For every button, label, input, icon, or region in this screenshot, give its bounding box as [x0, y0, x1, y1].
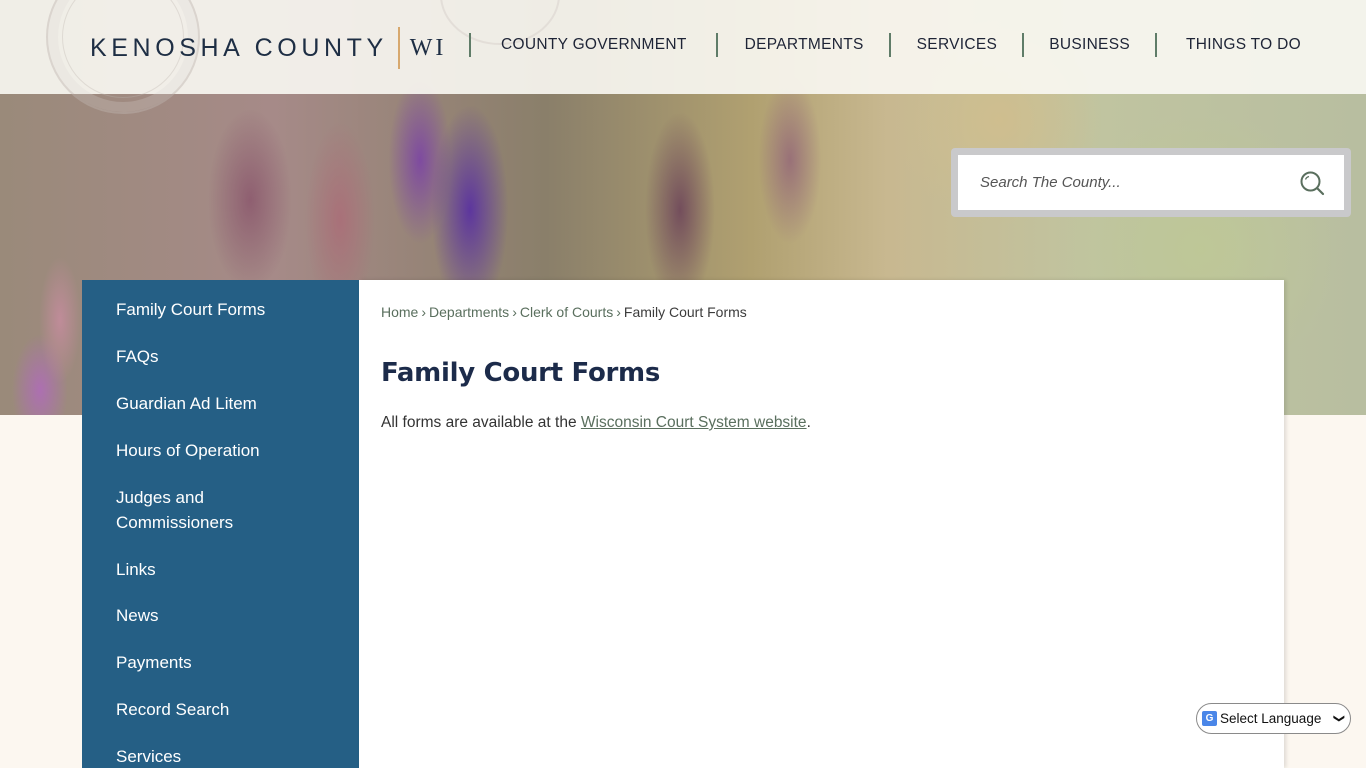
- sidebar-item-hours-of-operation[interactable]: Hours of Operation: [116, 438, 336, 463]
- sidebar-item-news[interactable]: News: [116, 603, 336, 628]
- language-select-label: Select Language: [1220, 711, 1322, 726]
- breadcrumb-separator: ›: [512, 304, 517, 320]
- nav-divider: [888, 33, 891, 57]
- site-logo[interactable]: KENOSHA COUNTY WI: [90, 27, 447, 69]
- sidebar-item-faqs[interactable]: FAQs: [116, 344, 336, 369]
- search-icon: [1300, 171, 1325, 195]
- sidebar-item-guardian-ad-litem[interactable]: Guardian Ad Litem: [116, 391, 336, 416]
- wisconsin-court-system-link[interactable]: Wisconsin Court System website: [581, 414, 807, 431]
- sidebar-item-family-court-forms[interactable]: Family Court Forms: [116, 297, 336, 322]
- breadcrumb: Home › Departments › Clerk of Courts › Family …: [381, 304, 747, 320]
- sidebar-nav: Family Court Forms FAQs Guardian Ad Lite…: [82, 280, 359, 768]
- sidebar-item-record-search[interactable]: Record Search: [116, 697, 336, 722]
- breadcrumb-current: Family Court Forms: [623, 304, 747, 320]
- nav-things-to-do[interactable]: Things To Do: [1186, 36, 1301, 54]
- page-title: Family Court Forms: [381, 358, 661, 388]
- search-box: [958, 155, 1344, 210]
- page-body-text: All forms are available at the Wisconsin…: [381, 414, 811, 432]
- breadcrumb-clerk-of-courts[interactable]: Clerk of Courts: [520, 304, 613, 320]
- main-content: Home › Departments › Clerk of Courts › Family …: [359, 280, 1284, 768]
- nav-divider: [1022, 33, 1025, 57]
- sidebar-item-payments[interactable]: Payments: [116, 650, 336, 675]
- sidebar-item-services[interactable]: Services: [116, 744, 336, 768]
- breadcrumb-departments[interactable]: Departments: [429, 304, 509, 320]
- search-input[interactable]: [980, 174, 1298, 191]
- logo-county-name: KENOSHA COUNTY: [90, 33, 388, 62]
- nav-divider: [469, 33, 471, 57]
- nav-county-government[interactable]: County Government: [501, 36, 687, 54]
- logo-state: WI: [409, 34, 447, 61]
- search-button[interactable]: [1298, 169, 1326, 197]
- nav-divider: [715, 33, 718, 57]
- search-container: [951, 148, 1351, 217]
- google-translate-icon: G: [1202, 711, 1217, 726]
- logo-divider: [397, 27, 400, 69]
- nav-departments[interactable]: Departments: [745, 36, 864, 54]
- body-text-prefix: All forms are available at the: [381, 414, 581, 431]
- breadcrumb-separator: ›: [421, 304, 427, 320]
- body-text-suffix: .: [806, 414, 811, 431]
- breadcrumb-separator: ›: [616, 304, 621, 320]
- language-select[interactable]: G Select Language ❯: [1196, 703, 1351, 734]
- site-header: KENOSHA COUNTY WI County Government Depa…: [0, 0, 1366, 114]
- nav-services[interactable]: Services: [917, 36, 998, 54]
- nav-divider: [1154, 33, 1157, 57]
- chevron-down-icon: ❯: [1332, 713, 1345, 724]
- breadcrumb-home[interactable]: Home: [381, 304, 418, 320]
- sidebar-item-judges-and-commissioners[interactable]: Judges and Commissioners: [116, 485, 276, 535]
- main-nav: County Government Departments Services B…: [469, 33, 1301, 57]
- nav-business[interactable]: Business: [1049, 36, 1130, 54]
- sidebar-item-links[interactable]: Links: [116, 557, 336, 582]
